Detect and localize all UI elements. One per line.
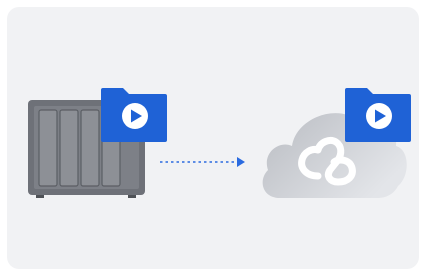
destination-video-folder-icon xyxy=(345,88,411,142)
source-video-folder-icon xyxy=(101,88,167,142)
backup-illustration xyxy=(28,88,411,198)
transfer-arrow xyxy=(160,157,245,167)
